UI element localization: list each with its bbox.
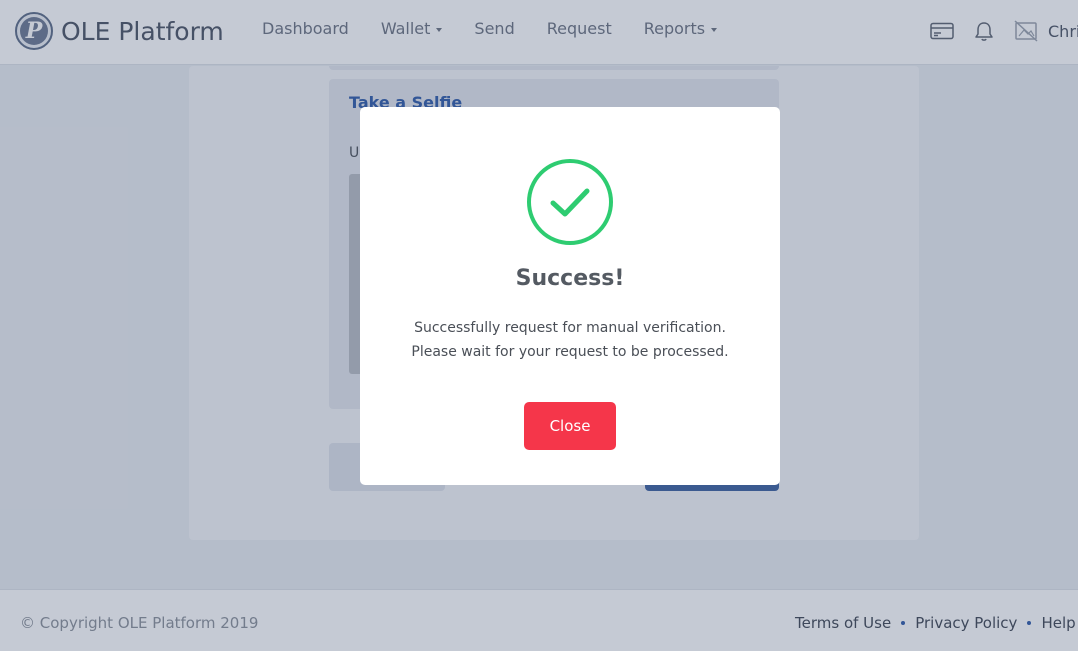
close-button[interactable]: Close — [524, 402, 616, 450]
modal-title: Success! — [515, 266, 625, 291]
success-modal: Success! Successfully request for manual… — [360, 107, 780, 485]
check-circle-icon — [526, 158, 614, 246]
modal-message-line-2: Please wait for your request to be proce… — [411, 344, 729, 360]
modal-message: Successfully request for manual verifica… — [360, 316, 780, 364]
modal-message-line-1: Successfully request for manual verifica… — [414, 320, 726, 336]
